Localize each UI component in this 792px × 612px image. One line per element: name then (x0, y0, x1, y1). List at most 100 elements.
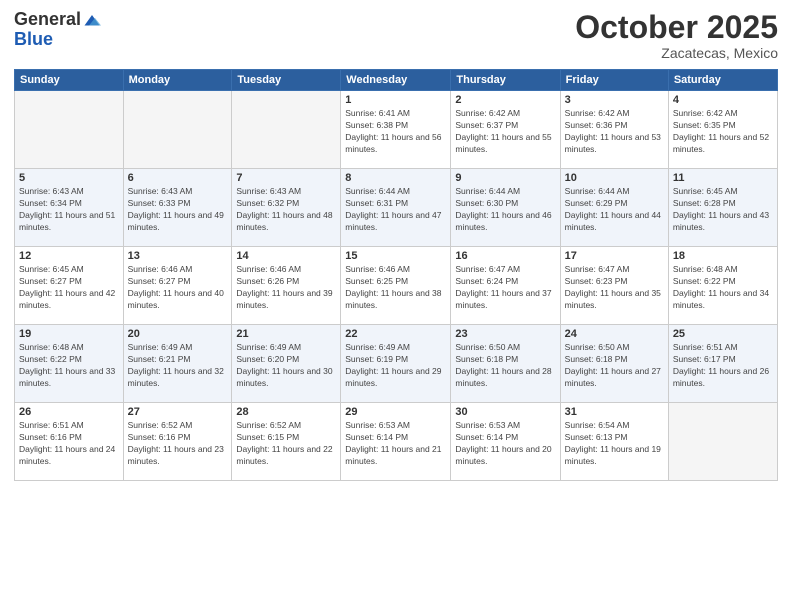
table-row (15, 91, 124, 169)
calendar-week-row: 26Sunrise: 6:51 AM Sunset: 6:16 PM Dayli… (15, 403, 778, 481)
day-number: 23 (455, 328, 555, 340)
day-info: Sunrise: 6:42 AM Sunset: 6:37 PM Dayligh… (455, 108, 555, 156)
day-info: Sunrise: 6:48 AM Sunset: 6:22 PM Dayligh… (673, 264, 773, 312)
day-number: 29 (345, 406, 446, 418)
day-number: 5 (19, 172, 119, 184)
day-info: Sunrise: 6:45 AM Sunset: 6:28 PM Dayligh… (673, 186, 773, 234)
day-number: 3 (565, 94, 664, 106)
table-row: 19 Sunrise: 6:48 AM Sunset: 6:22 PM Dayli… (15, 325, 124, 403)
logo: General Blue (14, 10, 101, 50)
logo-blue-text: Blue (14, 30, 101, 50)
table-row: 4Sunrise: 6:42 AM Sunset: 6:35 PM Daylig… (668, 91, 777, 169)
day-number: 15 (345, 250, 446, 262)
day-info: Sunrise: 6:44 AM Sunset: 6:31 PM Dayligh… (345, 186, 446, 234)
table-row: 7 Sunrise: 6:43 AM Sunset: 6:32 PM Daylig… (232, 169, 341, 247)
day-number: 4 (673, 94, 773, 106)
table-row: 26Sunrise: 6:51 AM Sunset: 6:16 PM Dayli… (15, 403, 124, 481)
day-number: 11 (673, 172, 773, 184)
day-info: Sunrise: 6:50 AM Sunset: 6:18 PM Dayligh… (565, 342, 664, 390)
table-row: 5 Sunrise: 6:43 AM Sunset: 6:34 PM Daylig… (15, 169, 124, 247)
table-row: 13Sunrise: 6:46 AM Sunset: 6:27 PM Dayli… (123, 247, 232, 325)
day-info: Sunrise: 6:43 AM Sunset: 6:34 PM Dayligh… (19, 186, 119, 234)
calendar-table: Sunday Monday Tuesday Wednesday Thursday… (14, 69, 778, 481)
col-friday: Friday (560, 70, 668, 91)
day-info: Sunrise: 6:54 AM Sunset: 6:13 PM Dayligh… (565, 420, 664, 468)
day-number: 30 (455, 406, 555, 418)
month-title: October 2025 (575, 10, 778, 45)
day-info: Sunrise: 6:44 AM Sunset: 6:30 PM Dayligh… (455, 186, 555, 234)
day-info: Sunrise: 6:53 AM Sunset: 6:14 PM Dayligh… (345, 420, 446, 468)
table-row: 21 Sunrise: 6:49 AM Sunset: 6:20 PM Dayli… (232, 325, 341, 403)
table-row: 30 Sunrise: 6:53 AM Sunset: 6:14 PM Dayli… (451, 403, 560, 481)
day-info: Sunrise: 6:44 AM Sunset: 6:29 PM Dayligh… (565, 186, 664, 234)
table-row: 6Sunrise: 6:43 AM Sunset: 6:33 PM Daylig… (123, 169, 232, 247)
day-info: Sunrise: 6:42 AM Sunset: 6:36 PM Dayligh… (565, 108, 664, 156)
day-number: 2 (455, 94, 555, 106)
table-row: 22 Sunrise: 6:49 AM Sunset: 6:19 PM Dayli… (341, 325, 451, 403)
calendar-header-row: Sunday Monday Tuesday Wednesday Thursday… (15, 70, 778, 91)
day-number: 19 (19, 328, 119, 340)
table-row: 14Sunrise: 6:46 AM Sunset: 6:26 PM Dayli… (232, 247, 341, 325)
day-number: 22 (345, 328, 446, 340)
day-number: 31 (565, 406, 664, 418)
day-info: Sunrise: 6:41 AM Sunset: 6:38 PM Dayligh… (345, 108, 446, 156)
calendar-week-row: 1 Sunrise: 6:41 AM Sunset: 6:38 PM Daylig… (15, 91, 778, 169)
day-number: 18 (673, 250, 773, 262)
table-row: 12 Sunrise: 6:45 AM Sunset: 6:27 PM Dayli… (15, 247, 124, 325)
day-info: Sunrise: 6:48 AM Sunset: 6:22 PM Dayligh… (19, 342, 119, 390)
day-info: Sunrise: 6:46 AM Sunset: 6:26 PM Dayligh… (236, 264, 336, 312)
subtitle: Zacatecas, Mexico (575, 45, 778, 61)
day-number: 6 (128, 172, 228, 184)
col-thursday: Thursday (451, 70, 560, 91)
table-row: 24Sunrise: 6:50 AM Sunset: 6:18 PM Dayli… (560, 325, 668, 403)
col-saturday: Saturday (668, 70, 777, 91)
table-row: 11 Sunrise: 6:45 AM Sunset: 6:28 PM Dayli… (668, 169, 777, 247)
day-number: 12 (19, 250, 119, 262)
table-row (232, 91, 341, 169)
table-row: 2 Sunrise: 6:42 AM Sunset: 6:37 PM Daylig… (451, 91, 560, 169)
header: General Blue October 2025 Zacatecas, Mex… (14, 10, 778, 61)
table-row: 27 Sunrise: 6:52 AM Sunset: 6:16 PM Dayli… (123, 403, 232, 481)
table-row: 18 Sunrise: 6:48 AM Sunset: 6:22 PM Dayli… (668, 247, 777, 325)
day-info: Sunrise: 6:45 AM Sunset: 6:27 PM Dayligh… (19, 264, 119, 312)
table-row: 16 Sunrise: 6:47 AM Sunset: 6:24 PM Dayli… (451, 247, 560, 325)
table-row (123, 91, 232, 169)
day-info: Sunrise: 6:46 AM Sunset: 6:25 PM Dayligh… (345, 264, 446, 312)
day-number: 28 (236, 406, 336, 418)
day-number: 13 (128, 250, 228, 262)
table-row: 15 Sunrise: 6:46 AM Sunset: 6:25 PM Dayli… (341, 247, 451, 325)
table-row (668, 403, 777, 481)
day-number: 9 (455, 172, 555, 184)
day-number: 25 (673, 328, 773, 340)
table-row: 23 Sunrise: 6:50 AM Sunset: 6:18 PM Dayli… (451, 325, 560, 403)
day-info: Sunrise: 6:43 AM Sunset: 6:32 PM Dayligh… (236, 186, 336, 234)
table-row: 3 Sunrise: 6:42 AM Sunset: 6:36 PM Daylig… (560, 91, 668, 169)
day-info: Sunrise: 6:52 AM Sunset: 6:16 PM Dayligh… (128, 420, 228, 468)
col-tuesday: Tuesday (232, 70, 341, 91)
day-info: Sunrise: 6:47 AM Sunset: 6:24 PM Dayligh… (455, 264, 555, 312)
day-number: 27 (128, 406, 228, 418)
day-number: 16 (455, 250, 555, 262)
day-number: 1 (345, 94, 446, 106)
table-row: 17Sunrise: 6:47 AM Sunset: 6:23 PM Dayli… (560, 247, 668, 325)
day-number: 20 (128, 328, 228, 340)
day-info: Sunrise: 6:49 AM Sunset: 6:20 PM Dayligh… (236, 342, 336, 390)
calendar-week-row: 12 Sunrise: 6:45 AM Sunset: 6:27 PM Dayli… (15, 247, 778, 325)
logo-general-text: General (14, 10, 81, 30)
day-info: Sunrise: 6:49 AM Sunset: 6:19 PM Dayligh… (345, 342, 446, 390)
logo-icon (83, 12, 101, 30)
table-row: 28Sunrise: 6:52 AM Sunset: 6:15 PM Dayli… (232, 403, 341, 481)
calendar-week-row: 5 Sunrise: 6:43 AM Sunset: 6:34 PM Daylig… (15, 169, 778, 247)
day-number: 7 (236, 172, 336, 184)
table-row: 31 Sunrise: 6:54 AM Sunset: 6:13 PM Dayli… (560, 403, 668, 481)
day-info: Sunrise: 6:50 AM Sunset: 6:18 PM Dayligh… (455, 342, 555, 390)
day-number: 17 (565, 250, 664, 262)
day-number: 21 (236, 328, 336, 340)
calendar-week-row: 19 Sunrise: 6:48 AM Sunset: 6:22 PM Dayli… (15, 325, 778, 403)
table-row: 10Sunrise: 6:44 AM Sunset: 6:29 PM Dayli… (560, 169, 668, 247)
day-info: Sunrise: 6:49 AM Sunset: 6:21 PM Dayligh… (128, 342, 228, 390)
day-info: Sunrise: 6:53 AM Sunset: 6:14 PM Dayligh… (455, 420, 555, 468)
col-monday: Monday (123, 70, 232, 91)
table-row: 25 Sunrise: 6:51 AM Sunset: 6:17 PM Dayli… (668, 325, 777, 403)
day-info: Sunrise: 6:51 AM Sunset: 6:17 PM Dayligh… (673, 342, 773, 390)
